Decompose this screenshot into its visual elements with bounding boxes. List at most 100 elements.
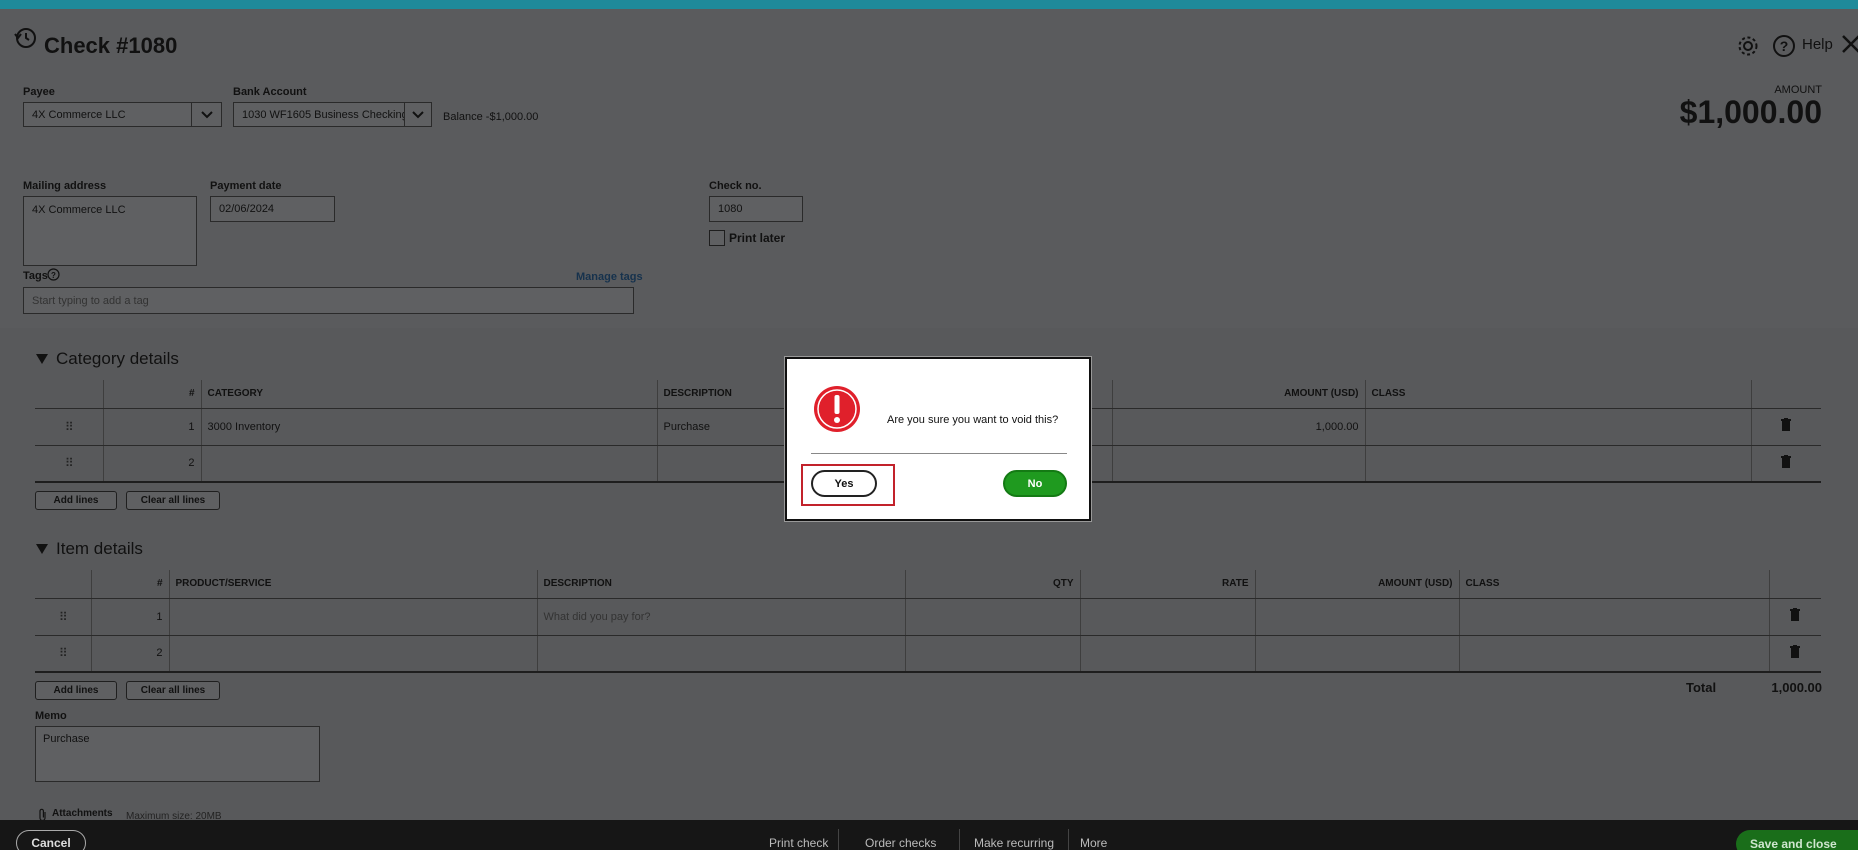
trash-icon[interactable] [1789,608,1801,622]
attachments-label[interactable]: Attachments [52,808,113,819]
drag-handle-icon[interactable]: ⠿ [35,598,91,636]
svg-text:?: ? [1780,38,1789,54]
page-header: Check #1080 ? Help [0,9,1858,71]
memo-field[interactable]: Purchase [35,726,320,782]
drag-handle-icon[interactable]: ⠿ [35,635,91,673]
category-details-title[interactable]: Category details [56,349,179,369]
memo-label: Memo [35,710,67,722]
print-later-checkbox[interactable] [709,230,725,246]
column-header: QTY [904,570,1080,599]
row-number: 1 [102,408,201,446]
help-icon[interactable]: ? [1772,34,1796,58]
rate-cell[interactable] [1079,635,1255,673]
bank-account-select[interactable]: 1030 WF1605 Business Checking [233,102,405,127]
top-accent-bar [0,0,1858,9]
add-lines-button[interactable]: Add lines [35,681,117,700]
column-header: AMOUNT (USD) [1111,380,1365,409]
column-header: CLASS [1458,570,1769,599]
product-cell[interactable] [168,598,537,636]
column-header: DESCRIPTION [536,570,905,599]
order-checks-link[interactable]: Order checks [865,836,936,850]
column-header: # [102,380,201,409]
footer-divider [1068,829,1069,850]
column-header: CLASS [1364,380,1751,409]
payment-date-label: Payment date [210,180,282,192]
drag-handle-icon[interactable]: ⠿ [35,445,103,483]
product-cell[interactable] [168,635,537,673]
class-cell[interactable] [1458,598,1769,636]
manage-tags-link[interactable]: Manage tags [576,271,643,283]
amount-cell[interactable] [1254,635,1459,673]
rate-cell[interactable] [1079,598,1255,636]
amount-cell[interactable] [1254,598,1459,636]
history-icon[interactable] [12,25,38,51]
bank-balance: Balance -$1,000.00 [443,111,539,123]
description-cell[interactable] [536,635,905,673]
mailing-address-field[interactable]: 4X Commerce LLC [23,196,197,266]
amount-cell[interactable]: 1,000.00 [1111,408,1365,446]
drag-handle-icon[interactable]: ⠿ [35,408,103,446]
bank-account-dropdown-button[interactable] [404,102,432,127]
info-icon[interactable]: ? [47,268,60,281]
class-cell[interactable] [1364,445,1751,483]
save-and-close-button[interactable]: Save and close [1736,830,1858,850]
help-link[interactable]: Help [1802,36,1833,53]
amount-value: $1,000.00 [1679,94,1822,130]
row-number: 2 [90,635,169,673]
column-header: CATEGORY [200,380,657,409]
class-cell[interactable] [1458,635,1769,673]
dialog-message: Are you sure you want to void this? [887,414,1059,426]
clear-all-lines-button[interactable]: Clear all lines [126,491,220,510]
make-recurring-link[interactable]: Make recurring [974,836,1054,850]
more-link[interactable]: More [1080,836,1107,850]
check-no-field[interactable]: 1080 [709,196,803,222]
table-row[interactable]: ⠿ 2 [35,635,1821,673]
column-header: # [90,570,169,599]
row-number: 2 [102,445,201,483]
qty-cell[interactable] [904,635,1080,673]
class-cell[interactable] [1364,408,1751,446]
collapse-triangle-icon[interactable] [36,544,48,554]
page-title: Check #1080 [44,33,178,58]
check-no-label: Check no. [709,180,762,192]
yes-button[interactable]: Yes [811,470,877,497]
trash-icon[interactable] [1789,644,1801,659]
svg-text:?: ? [51,271,56,280]
gear-icon[interactable] [1736,34,1760,58]
qty-cell[interactable] [904,598,1080,636]
description-cell[interactable]: What did you pay for? [536,598,905,636]
cancel-button[interactable]: Cancel [16,830,86,850]
trash-icon[interactable] [1780,454,1792,469]
chevron-down-icon [200,110,213,118]
column-header: AMOUNT (USD) [1254,570,1459,599]
clear-all-lines-button[interactable]: Clear all lines [126,681,220,700]
no-button[interactable]: No [1003,470,1067,497]
payee-dropdown-button[interactable] [191,102,222,127]
column-header: RATE [1079,570,1255,599]
mailing-address-label: Mailing address [23,180,107,192]
item-details-title[interactable]: Item details [56,539,143,559]
table-header-row: # PRODUCT/SERVICE DESCRIPTION QTY RATE A… [35,570,1821,599]
payee-select[interactable]: 4X Commerce LLC [23,102,192,127]
payment-date-field[interactable]: 02/06/2024 [210,196,335,222]
table-row[interactable]: ⠿ 1 What did you pay for? [35,598,1821,636]
amount-cell[interactable] [1111,445,1365,483]
dialog-divider [811,453,1067,454]
payee-label: Payee [23,86,55,98]
save-and-close-label: Save and close [1750,837,1837,850]
column-header: PRODUCT/SERVICE [168,570,537,599]
total-label: Total [1686,680,1717,695]
footer-divider [959,829,960,850]
bank-account-label: Bank Account [233,86,307,98]
collapse-triangle-icon[interactable] [36,354,48,364]
print-check-link[interactable]: Print check [769,836,828,850]
add-lines-button[interactable]: Add lines [35,491,117,510]
trash-icon[interactable] [1780,418,1792,432]
chevron-down-icon [412,110,424,118]
category-cell[interactable] [200,445,657,483]
close-icon[interactable] [1840,33,1858,55]
print-later-label: Print later [729,231,786,245]
category-cell[interactable]: 3000 Inventory [200,408,657,446]
tags-input[interactable]: Start typing to add a tag [23,287,634,314]
warning-icon [814,386,860,432]
